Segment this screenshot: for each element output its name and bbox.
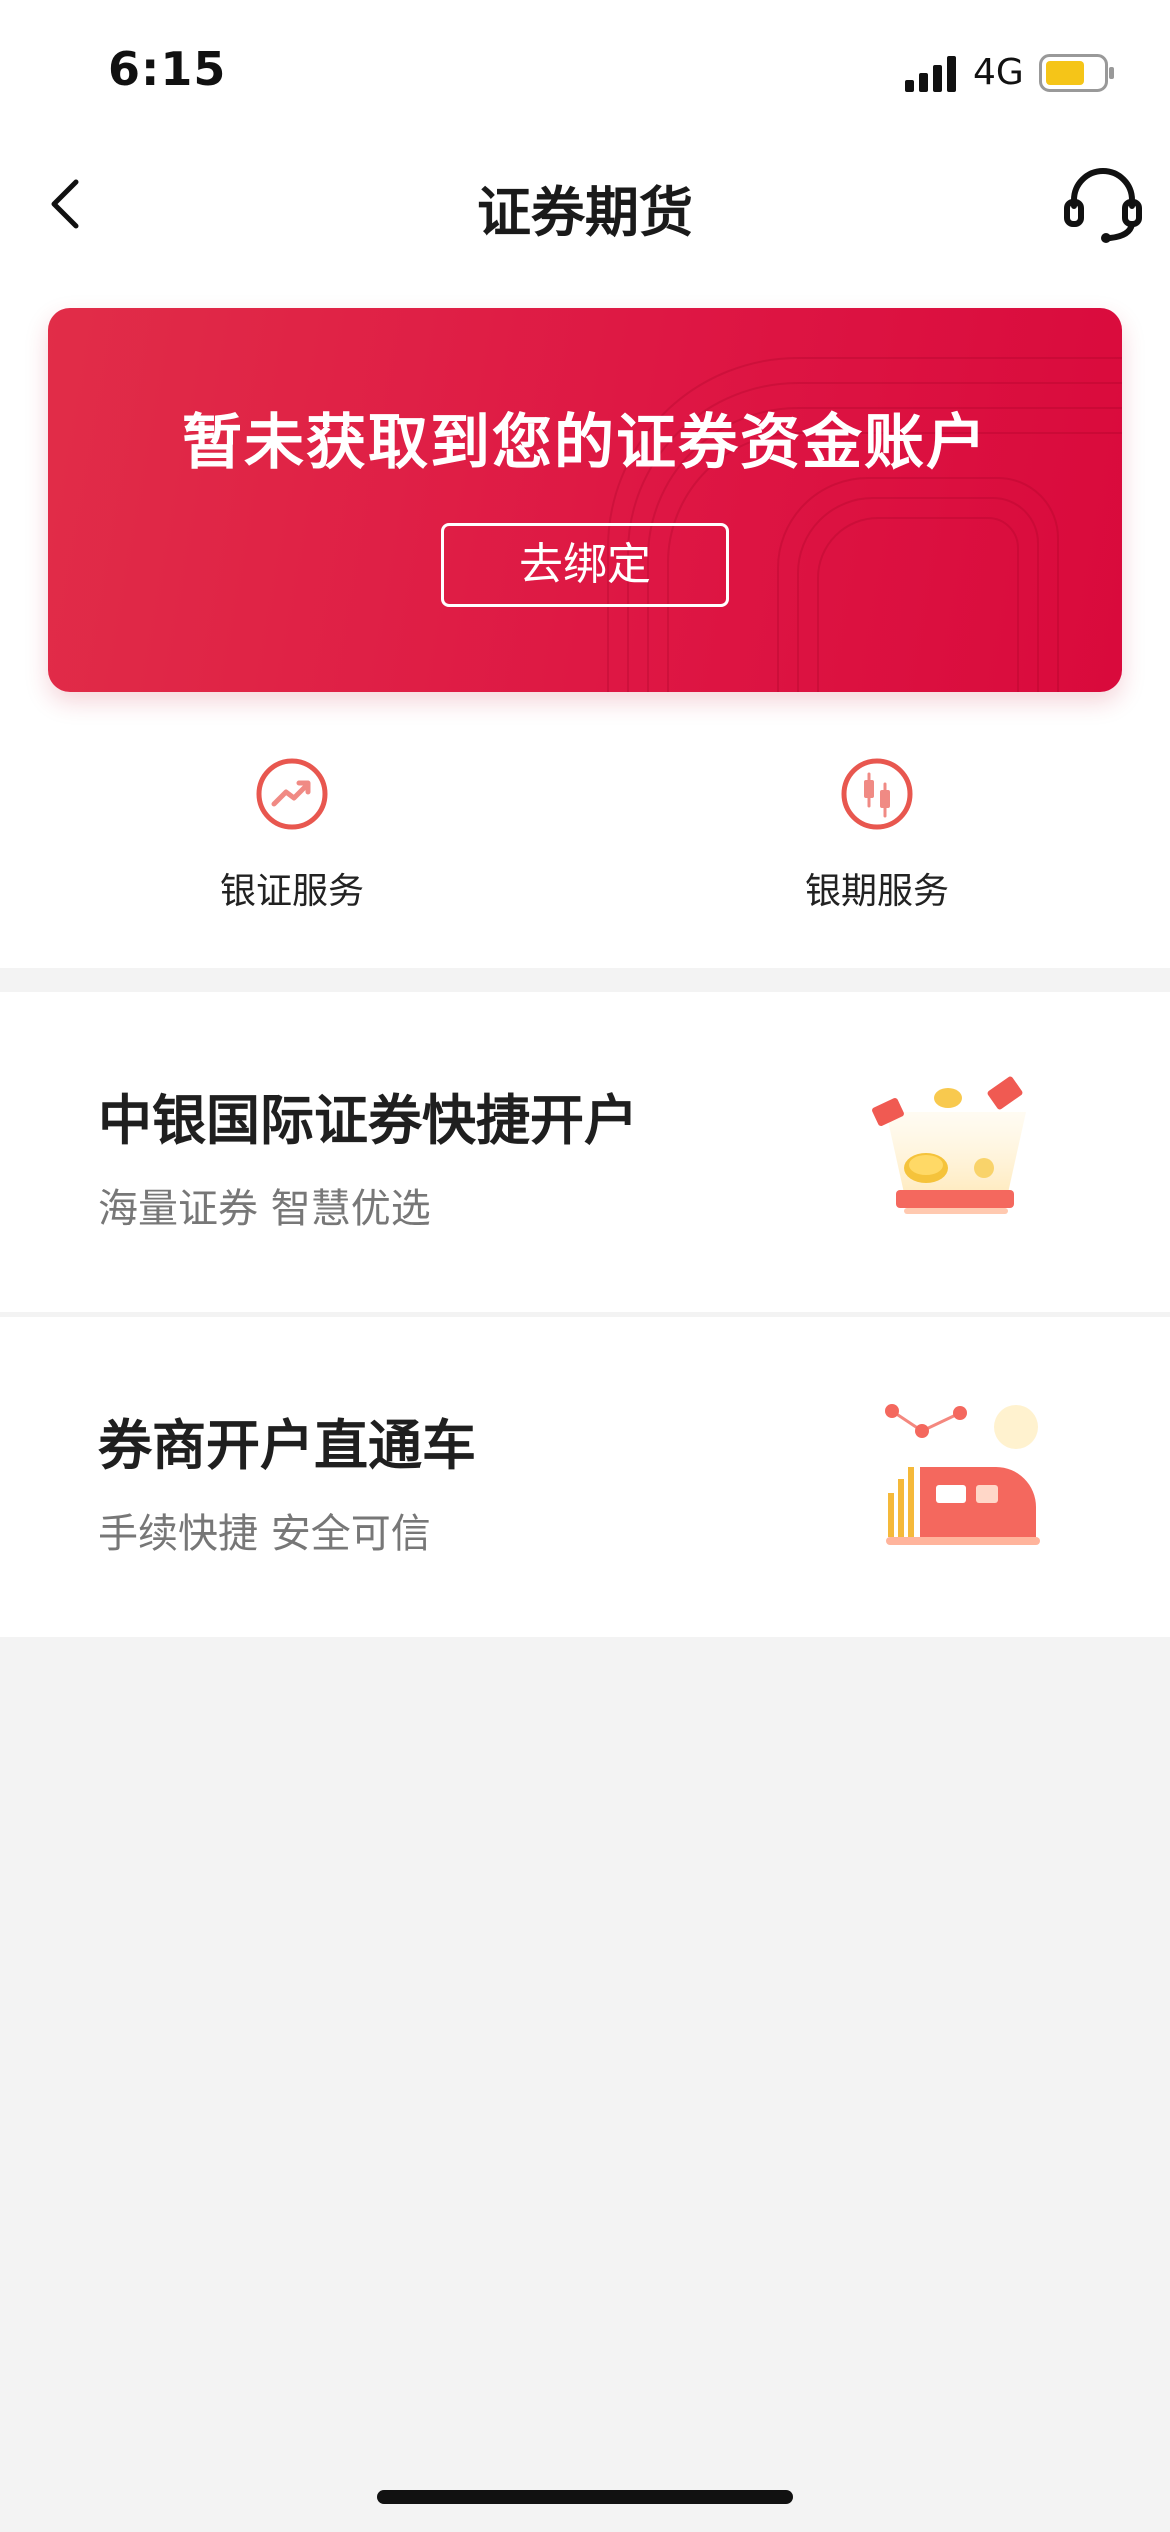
card-title: 中银国际证券快捷开户	[98, 1089, 638, 1152]
coins-illustration-icon	[872, 1076, 1026, 1214]
home-indicator[interactable]	[377, 2490, 793, 2504]
candlestick-icon	[841, 758, 913, 830]
train-chart-illustration-icon	[885, 1404, 1040, 1545]
quick-service-label: 银期服务	[804, 871, 949, 912]
account-banner: 暂未获取到您的证券资金账户 去绑定	[48, 308, 1122, 692]
list-item-broker-express[interactable]: 券商开户直通车 手续快捷 安全可信	[0, 1317, 1170, 1637]
quick-service-label: 银证服务	[219, 871, 364, 912]
headset-icon[interactable]	[1062, 162, 1144, 244]
card-title: 券商开户直通车	[98, 1414, 476, 1477]
card-subtitle: 海量证券 智慧优选	[98, 1186, 431, 1232]
bank-securities-service[interactable]: 银证服务	[142, 756, 442, 914]
status-time: 6:15	[108, 42, 227, 96]
card-subtitle: 手续快捷 安全可信	[98, 1511, 431, 1557]
trend-up-icon	[256, 758, 328, 830]
battery-icon	[1039, 54, 1114, 92]
page-title: 证券期货	[477, 181, 693, 244]
signal-icon	[905, 56, 956, 92]
banner-decoration	[607, 357, 1122, 692]
banner-title: 暂未获取到您的证券资金账户	[182, 408, 988, 478]
network-type: 4G	[973, 52, 1024, 93]
bind-account-button[interactable]: 去绑定	[441, 523, 729, 607]
bank-futures-service[interactable]: 银期服务	[727, 756, 1027, 914]
list-item-open-account[interactable]: 中银国际证券快捷开户 海量证券 智慧优选	[0, 992, 1170, 1312]
